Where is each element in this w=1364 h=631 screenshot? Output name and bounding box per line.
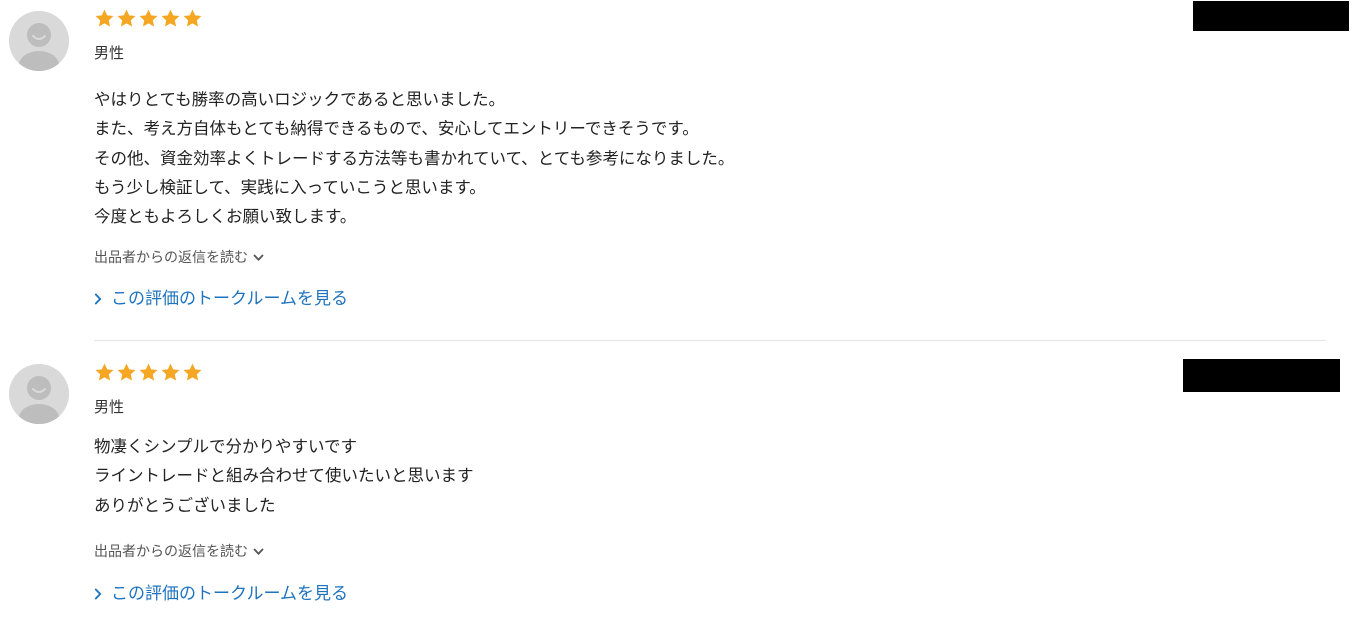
read-seller-reply-label: 出品者からの返信を読む [94, 250, 248, 266]
review-body-line: やはりとても勝率の高いロジックであると思いました。 [94, 90, 506, 109]
chevron-down-icon [253, 254, 264, 261]
view-talkroom-label: この評価のトークルームを見る [111, 289, 348, 309]
reviewer-avatar [9, 11, 69, 71]
review-body-line: また、考え方自体もとても納得できるもので、安心してエントリーできそうです。 [94, 119, 699, 139]
star-icon [139, 9, 158, 27]
star-icon [183, 363, 202, 381]
redacted-block [1183, 359, 1340, 392]
view-talkroom-link[interactable]: この評価のトークルームを見る [94, 582, 348, 606]
star-icon [117, 363, 136, 381]
star-icon [161, 9, 180, 27]
reviewer-gender: 男性 [94, 398, 125, 416]
review-item: 男性 物凄くシンプルで分かりやすいです ライントレードと組み合わせて使いたいと思… [0, 341, 1364, 631]
view-talkroom-link[interactable]: この評価のトークルームを見る [94, 287, 348, 311]
redacted-block [1193, 1, 1349, 31]
star-rating [94, 8, 203, 32]
review-body-line: 今度ともよろしくお願い致します。 [94, 207, 357, 227]
chevron-right-icon [94, 588, 102, 600]
read-seller-reply-toggle[interactable]: 出品者からの返信を読む [94, 542, 264, 562]
review-body-line: ライントレードと組み合わせて使いたいと思います [94, 466, 474, 486]
view-talkroom-label: この評価のトークルームを見る [111, 584, 348, 604]
reviewer-gender: 男性 [94, 44, 125, 62]
review-item: 男性 やはりとても勝率の高いロジックであると思いました。 また、考え方自体もとて… [0, 0, 1364, 340]
review-body-line: 物凄くシンプルで分かりやすいです [94, 437, 358, 456]
star-icon [95, 363, 114, 381]
chevron-down-icon [253, 548, 264, 555]
review-body-line: もう少し検証して、実践に入っていこうと思います。 [94, 177, 486, 197]
chevron-right-icon [94, 293, 102, 305]
review-body: やはりとても勝率の高いロジックであると思いました。 また、考え方自体もとても納得… [94, 85, 1144, 231]
star-icon [139, 363, 158, 381]
review-body: 物凄くシンプルで分かりやすいです ライントレードと組み合わせて使いたいと思います… [94, 432, 1144, 520]
star-icon [117, 9, 136, 27]
review-body-line: ありがとうございました [94, 495, 276, 515]
default-avatar-icon [9, 11, 69, 71]
reviewer-avatar [9, 364, 69, 424]
star-icon [95, 9, 114, 27]
default-avatar-icon [9, 364, 69, 424]
star-rating [94, 362, 203, 386]
review-body-line: その他、資金効率よくトレードする方法等も書かれていて、とても参考になりました。 [94, 148, 735, 168]
star-icon [161, 363, 180, 381]
read-seller-reply-label: 出品者からの返信を読む [94, 544, 248, 560]
read-seller-reply-toggle[interactable]: 出品者からの返信を読む [94, 248, 264, 268]
star-icon [183, 9, 202, 27]
